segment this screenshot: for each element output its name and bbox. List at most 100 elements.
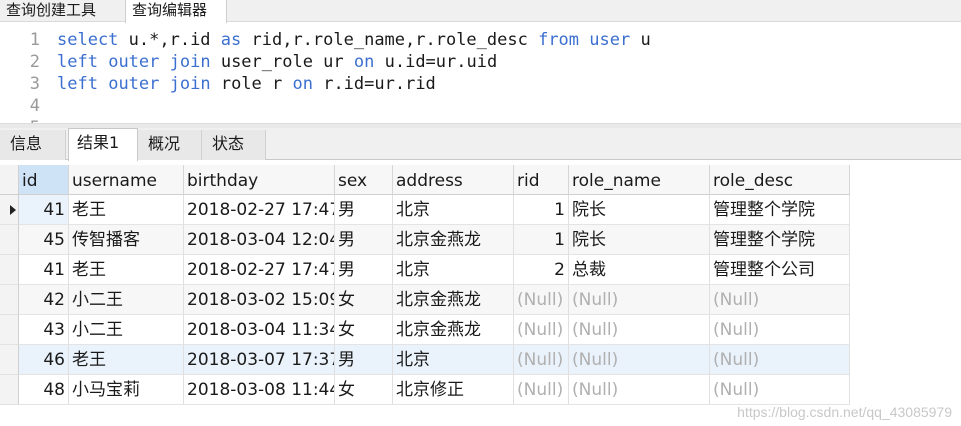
tab-query-builder[interactable]: 查询创建工具 [0,0,124,22]
cell-rid[interactable]: (Null) [514,315,569,345]
tab-overview[interactable]: 概况 [138,130,202,160]
cell-id[interactable]: 46 [19,345,69,375]
cell-id[interactable]: 42 [19,285,69,315]
row-selector[interactable] [0,315,19,345]
code-line[interactable]: 3 left outer join role r on r.id=ur.rid [0,73,961,95]
sql-editor[interactable]: 1 select u.*,r.id as rid,r.role_name,r.ro… [0,23,961,123]
cell-birthday[interactable]: 2018-03-07 17:37 [184,345,335,375]
cell-role-desc[interactable]: (Null) [710,345,850,375]
table-row[interactable]: 45 传智播客 2018-03-04 12:04 男北京金燕龙 1 院长 管理整个学院 [0,225,850,255]
cell-sex[interactable]: 男 [335,195,393,225]
code-text: left outer join role r on r.id=ur.rid [57,73,436,95]
cell-rid[interactable]: (Null) [514,375,569,405]
watermark: https://blog.csdn.net/qq_43085979 [737,404,952,420]
tab-info[interactable]: 信息 [0,130,66,160]
cell-role-name[interactable]: 院长 [569,225,710,255]
cell-username[interactable]: 老王 [69,345,184,375]
table-row[interactable]: 48 小马宝莉 2018-03-08 11:44 女北京修正 (Null) (Null)(… [0,375,850,405]
cell-birthday[interactable]: 2018-03-08 11:44 [184,375,335,405]
cell-address[interactable]: 北京 [393,345,514,375]
row-selector[interactable] [0,195,19,225]
cell-role-name[interactable]: (Null) [569,315,710,345]
table-row[interactable]: 46 老王 2018-03-07 17:37 男北京 (Null) (Null) (Null… [0,345,850,375]
code-line[interactable]: 1 select u.*,r.id as rid,r.role_name,r.ro… [0,29,961,51]
code-line[interactable]: 4 [0,95,961,117]
table-row[interactable]: 42 小二王 2018-03-02 15:09 女北京金燕龙 (Null) (Null)(… [0,285,850,315]
cell-address[interactable]: 北京修正 [393,375,514,405]
column-header-id[interactable]: id [19,165,69,195]
cell-id[interactable]: 48 [19,375,69,405]
column-header-sex[interactable]: sex [335,165,393,195]
cell-role-name[interactable]: (Null) [569,345,710,375]
row-selector[interactable] [0,225,19,255]
line-number: 2 [29,52,40,72]
table-row[interactable]: 41 老王 2018-02-27 17:47 男北京 2 总裁 管理整个公司 [0,255,850,285]
cell-role-name[interactable]: 总裁 [569,255,710,285]
column-header-username[interactable]: username [69,165,184,195]
cell-role-name[interactable]: (Null) [569,285,710,315]
sql-keyword: as [220,30,242,50]
column-header-rid[interactable]: rid [514,165,569,195]
cell-sex[interactable]: 女 [335,315,393,345]
cell-username[interactable]: 小二王 [69,315,184,345]
cell-address[interactable]: 北京金燕龙 [393,225,514,255]
cell-address[interactable]: 北京 [393,195,514,225]
sql-keyword: user [589,30,631,50]
cell-username[interactable]: 传智播客 [69,225,184,255]
cell-address[interactable]: 北京金燕龙 [393,285,514,315]
cell-sex[interactable]: 女 [335,285,393,315]
cell-role-desc[interactable]: 管理整个学院 [710,225,850,255]
cell-username[interactable]: 老王 [69,195,184,225]
cell-username[interactable]: 小马宝莉 [69,375,184,405]
cell-id[interactable]: 41 [19,195,69,225]
sql-keyword: outer [108,74,160,94]
current-row-arrow-icon [10,205,16,215]
sql-keyword: join [169,52,211,72]
row-selector[interactable] [0,255,19,285]
cell-id[interactable]: 45 [19,225,69,255]
cell-role-name[interactable]: (Null) [569,375,710,405]
cell-role-desc[interactable]: (Null) [710,375,850,405]
cell-rid[interactable]: (Null) [514,345,569,375]
cell-birthday[interactable]: 2018-03-04 12:04 [184,225,335,255]
cell-rid[interactable]: (Null) [514,285,569,315]
cell-role-desc[interactable]: (Null) [710,285,850,315]
column-header-role-desc[interactable]: role_desc [710,165,850,195]
cell-birthday[interactable]: 2018-03-04 11:34 [184,315,335,345]
cell-username[interactable]: 老王 [69,255,184,285]
table-row[interactable]: 41 老王 2018-02-27 17:47 男北京 1 院长 管理整个学院 [0,195,850,225]
column-header-address[interactable]: address [393,165,514,195]
tab-query-editor[interactable]: 查询编辑器 [125,0,227,23]
table-row[interactable]: 43 小二王 2018-03-04 11:34 女北京金燕龙 (Null) (Null)(… [0,315,850,345]
cell-sex[interactable]: 女 [335,375,393,405]
row-selector[interactable] [0,345,19,375]
cell-role-desc[interactable]: 管理整个公司 [710,255,850,285]
row-selector[interactable] [0,285,19,315]
cell-sex[interactable]: 男 [335,255,393,285]
code-line[interactable]: 2 left outer join user_role ur on u.id=ur… [0,51,961,73]
cell-address[interactable]: 北京金燕龙 [393,315,514,345]
cell-rid[interactable]: 2 [514,255,569,285]
sql-keyword: left [57,52,98,72]
cell-birthday[interactable]: 2018-03-02 15:09 [184,285,335,315]
cell-role-desc[interactable]: (Null) [710,315,850,345]
row-selector[interactable] [0,375,19,405]
tab-result-1[interactable]: 结果1 [68,128,138,161]
column-header-birthday[interactable]: birthday [184,165,335,195]
column-header-role-name[interactable]: role_name [569,165,710,195]
cell-sex[interactable]: 男 [335,345,393,375]
cell-role-name[interactable]: 院长 [569,195,710,225]
cell-sex[interactable]: 男 [335,225,393,255]
sql-keyword: from [538,30,580,50]
cell-role-desc[interactable]: 管理整个学院 [710,195,850,225]
cell-birthday[interactable]: 2018-02-27 17:47 [184,255,335,285]
cell-id[interactable]: 43 [19,315,69,345]
cell-birthday[interactable]: 2018-02-27 17:47 [184,195,335,225]
tab-status[interactable]: 状态 [202,130,266,160]
cell-username[interactable]: 小二王 [69,285,184,315]
cell-rid[interactable]: 1 [514,225,569,255]
cell-id[interactable]: 41 [19,255,69,285]
cell-rid[interactable]: 1 [514,195,569,225]
cell-address[interactable]: 北京 [393,255,514,285]
